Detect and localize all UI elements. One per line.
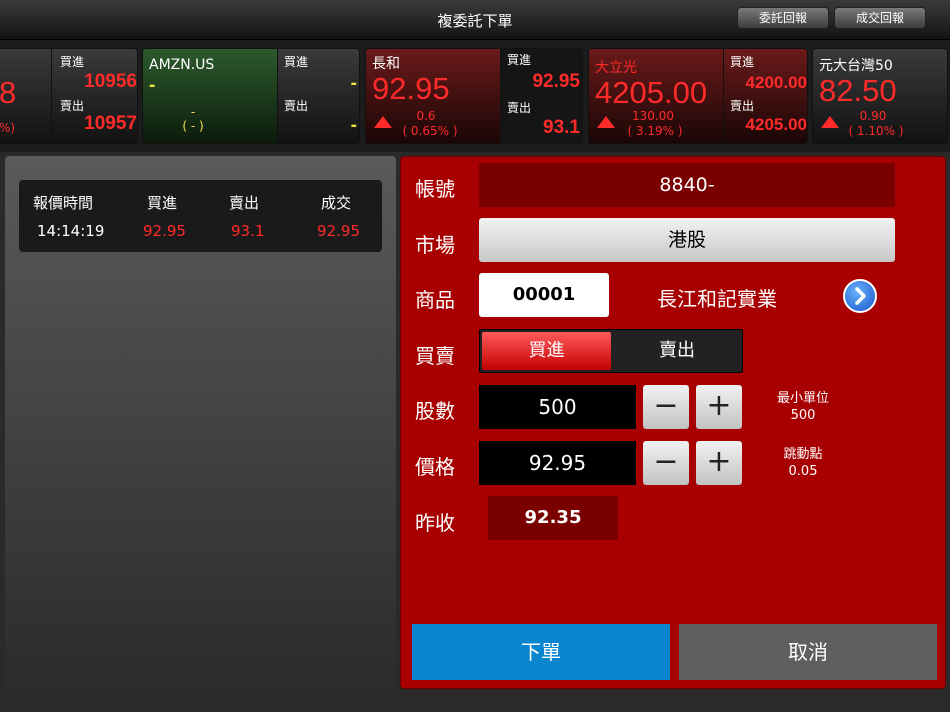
product-code-input[interactable]: 00001 bbox=[479, 273, 609, 317]
quote-card-ckh[interactable]: 長和 92.95 0.6 ( 0.65% ) 買進 92.95 賣出 93.1 bbox=[365, 48, 583, 144]
quote-change: - bbox=[190, 105, 196, 119]
quote-price: 82.50 bbox=[819, 73, 897, 108]
side-label: 買賣 bbox=[415, 344, 455, 368]
bid-value: 4200.00 bbox=[745, 73, 807, 92]
product-label: 商品 bbox=[415, 288, 455, 312]
account-label: 帳號 bbox=[415, 177, 455, 201]
tick-value: 0.05 bbox=[788, 464, 818, 479]
quote-change-pct: ( - ) bbox=[182, 119, 204, 133]
price-minus-button[interactable]: − bbox=[643, 441, 689, 485]
chevron-right-icon[interactable] bbox=[843, 279, 877, 313]
up-arrow-icon bbox=[597, 116, 615, 128]
quote-panel: 報價時間 買進 賣出 成交 14:14:19 92.95 93.1 92.95 bbox=[5, 156, 396, 704]
bid-value: - bbox=[350, 73, 357, 94]
quote-card-amzn[interactable]: AMZN.US - - ( - ) 買進 - 賣出 - bbox=[142, 48, 360, 144]
ask-value: - bbox=[350, 115, 357, 136]
trade-report-button[interactable]: 成交回報 bbox=[834, 7, 926, 29]
price-label: 價格 bbox=[415, 455, 455, 479]
quote-name: 長和 bbox=[372, 56, 400, 72]
price-plus-button[interactable]: + bbox=[696, 441, 742, 485]
price-input[interactable]: 92.95 bbox=[479, 441, 636, 485]
shares-label: 股數 bbox=[415, 399, 455, 423]
up-arrow-icon bbox=[374, 116, 392, 128]
order-report-button[interactable]: 委託回報 bbox=[737, 7, 829, 29]
bid-label: 買進 bbox=[507, 53, 532, 67]
sell-button[interactable]: 賣出 bbox=[612, 332, 742, 370]
quote-price: - bbox=[149, 75, 156, 96]
bid-value: 92.95 bbox=[143, 222, 186, 240]
top-bar: 複委託下單 委託回報 成交回報 bbox=[0, 0, 950, 40]
quote-change: 130.00 bbox=[632, 109, 674, 123]
submit-order-button[interactable]: 下單 bbox=[412, 624, 670, 680]
shares-input[interactable]: 500 bbox=[479, 385, 636, 429]
ask-label: 賣出 bbox=[60, 99, 85, 113]
quote-strip[interactable]: 8 %) 買進 10956 賣出 10957 AMZN.US - - ( - )… bbox=[0, 40, 950, 152]
product-name: 長江和記實業 bbox=[657, 287, 777, 311]
quote-time-value: 14:14:19 bbox=[37, 222, 105, 240]
order-form: 帳號 8840- 市場 港股 商品 00001 長江和記實業 買賣 買進 賣出 … bbox=[400, 156, 946, 689]
buy-sell-toggle[interactable]: 買進 賣出 bbox=[479, 329, 743, 373]
min-unit-value: 500 bbox=[790, 408, 816, 423]
trade-header: 成交 bbox=[321, 194, 352, 212]
tick-label: 跳動點 bbox=[783, 447, 823, 462]
shares-plus-button[interactable]: + bbox=[696, 385, 742, 429]
ask-label: 賣出 bbox=[730, 99, 755, 113]
account-field[interactable]: 8840- bbox=[479, 163, 895, 207]
ask-label: 賣出 bbox=[284, 99, 309, 113]
quote-price: 4205.00 bbox=[595, 75, 708, 110]
buy-button[interactable]: 買進 bbox=[482, 332, 611, 370]
quote-name: 大立光 bbox=[595, 60, 637, 76]
ask-label: 賣出 bbox=[507, 101, 532, 115]
quote-price: 92.95 bbox=[372, 71, 450, 106]
quote-card-largan[interactable]: 大立光 4205.00 130.00 ( 3.19% ) 買進 4200.00 … bbox=[588, 48, 808, 144]
trade-value: 92.95 bbox=[317, 222, 360, 240]
bid-label: 買進 bbox=[730, 55, 755, 69]
prev-close-label: 昨收 bbox=[415, 511, 455, 535]
market-label: 市場 bbox=[415, 233, 455, 257]
min-unit-label: 最小單位 bbox=[776, 391, 829, 406]
quote-change: 0.6 bbox=[416, 109, 436, 123]
quote-change-pct: %) bbox=[0, 121, 16, 135]
quote-change-pct: ( 3.19% ) bbox=[627, 124, 683, 138]
ask-value: 4205.00 bbox=[745, 115, 807, 134]
bid-header: 買進 bbox=[147, 194, 178, 212]
quote-card[interactable]: 8 %) 買進 10956 賣出 10957 bbox=[0, 48, 138, 144]
quote-change-pct: ( 1.10% ) bbox=[848, 124, 904, 138]
quote-time-header: 報價時間 bbox=[33, 194, 94, 212]
prev-close-value: 92.35 bbox=[488, 496, 618, 540]
shares-minus-button[interactable]: − bbox=[643, 385, 689, 429]
quote-change-pct: ( 0.65% ) bbox=[402, 124, 458, 138]
up-arrow-icon bbox=[821, 116, 839, 128]
quote-name: AMZN.US bbox=[149, 57, 215, 73]
ask-value: 93.1 bbox=[231, 222, 265, 240]
quote-change: 0.90 bbox=[859, 109, 887, 123]
quote-table: 報價時間 買進 賣出 成交 14:14:19 92.95 93.1 92.95 bbox=[19, 180, 382, 252]
bid-label: 買進 bbox=[284, 55, 309, 69]
bid-value: 10956 bbox=[84, 71, 137, 92]
bid-value: 92.95 bbox=[532, 71, 580, 92]
ask-header: 賣出 bbox=[229, 194, 260, 212]
ask-value: 93.1 bbox=[543, 117, 580, 138]
quote-name: 元大台灣50 bbox=[819, 58, 893, 74]
bid-label: 買進 bbox=[60, 55, 85, 69]
market-select[interactable]: 港股 bbox=[479, 218, 895, 262]
quote-card-0050[interactable]: 元大台灣50 82.50 0.90 ( 1.10% ) bbox=[812, 48, 948, 144]
ask-value: 10957 bbox=[84, 113, 137, 134]
cancel-button[interactable]: 取消 bbox=[679, 624, 937, 680]
quote-price: 8 bbox=[0, 75, 17, 110]
